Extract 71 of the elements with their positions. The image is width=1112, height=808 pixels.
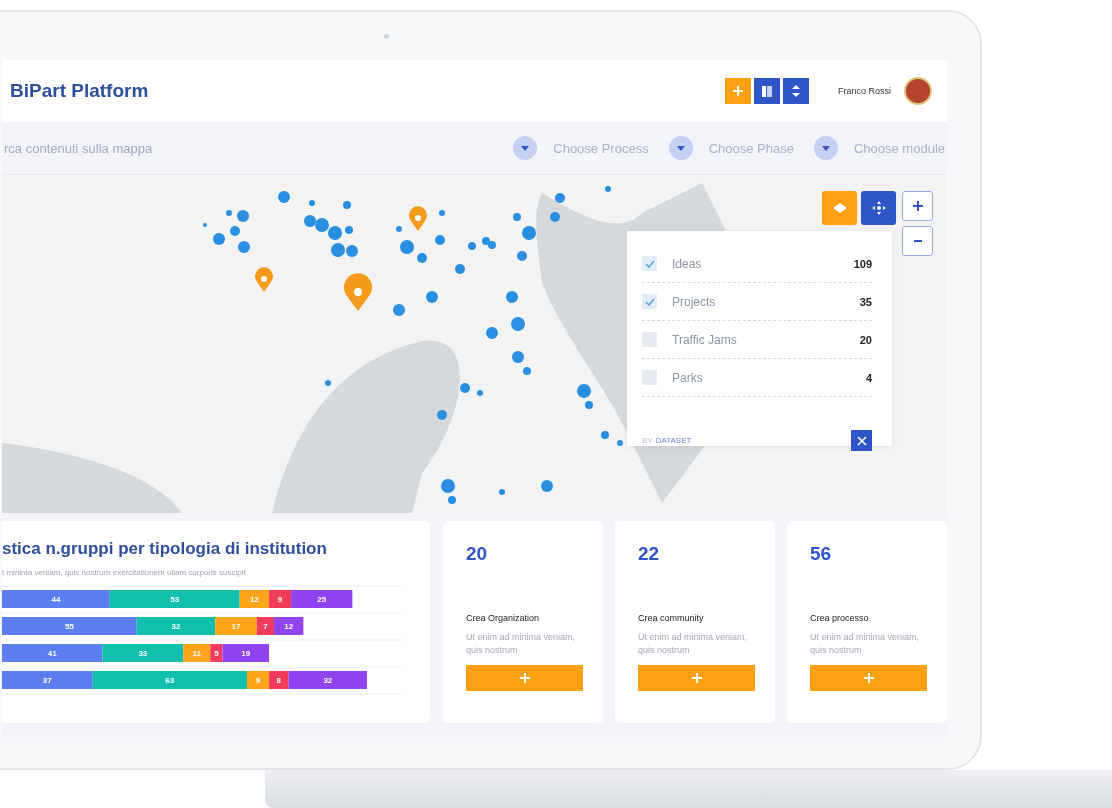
minus-icon xyxy=(913,240,922,242)
stat-value: 22 xyxy=(638,543,661,565)
move-icon xyxy=(871,201,886,215)
stat-text: Ut enim ad minima veniam, quis nostrum xyxy=(638,631,748,657)
dropdown-icon xyxy=(813,136,838,160)
checkbox[interactable] xyxy=(642,256,657,271)
app-title: BiPart Platform xyxy=(10,80,149,102)
legend-label: Parks xyxy=(672,370,704,385)
legend-count: 20 xyxy=(859,333,872,346)
by-label: BY xyxy=(642,436,653,445)
bar-value: 53 xyxy=(170,595,180,604)
plus-icon xyxy=(519,673,530,683)
bar-value: 9 xyxy=(255,676,261,685)
search-field[interactable]: rca contenuti sulla mappa xyxy=(4,140,494,156)
bar-value: 44 xyxy=(51,595,61,604)
bar-value: 9 xyxy=(277,595,283,604)
dropdown[interactable]: Choose module xyxy=(813,136,945,160)
plus-icon xyxy=(691,673,702,683)
bar-value: 55 xyxy=(64,622,74,631)
close-icon xyxy=(856,435,867,446)
dropdown-icon xyxy=(513,136,538,160)
bar-value: 17 xyxy=(231,622,241,631)
legend-label: Projects xyxy=(672,294,717,309)
avatar[interactable] xyxy=(904,77,932,105)
user-name: Franco Rossi xyxy=(838,86,891,96)
bar-value: 11 xyxy=(192,649,201,658)
bar-value: 63 xyxy=(165,676,175,685)
bar-value: 32 xyxy=(171,622,181,631)
stat-title: Crea Organization xyxy=(466,613,541,623)
chart-title: stica n.gruppi per tipologia di institution xyxy=(2,539,328,559)
plus-icon xyxy=(733,86,743,96)
bar-value: 5 xyxy=(214,649,219,658)
stat-title: Crea community xyxy=(638,613,705,623)
sort-button[interactable] xyxy=(783,78,809,104)
zoom-out-button[interactable] xyxy=(902,226,933,256)
bar-value: 7 xyxy=(263,622,268,631)
bar-value: 37 xyxy=(42,676,52,685)
book-button[interactable] xyxy=(754,78,780,104)
stat-title: Crea processo xyxy=(810,613,870,623)
bar-value: 32 xyxy=(323,676,333,685)
stat-text: Ut enim ad minima veniam, quis nostrum xyxy=(810,631,920,657)
zoom-in-button[interactable] xyxy=(902,191,933,221)
bar-value: 12 xyxy=(284,622,294,631)
stat-text: Ut enim ad minima veniam, quis nostrum xyxy=(466,631,576,657)
bar-value: 41 xyxy=(47,649,57,658)
camera-dot xyxy=(384,34,389,39)
plus-icon xyxy=(863,673,874,683)
bar-value: 33 xyxy=(138,649,148,658)
legend-count: 4 xyxy=(865,371,872,384)
checkbox[interactable] xyxy=(642,294,657,309)
book-icon xyxy=(762,85,772,97)
dropdown-icon xyxy=(668,136,693,160)
sort-icon xyxy=(792,85,800,97)
bar-value: 19 xyxy=(241,649,251,658)
layers-icon xyxy=(832,203,847,213)
stat-value: 56 xyxy=(810,543,833,565)
stat-value: 20 xyxy=(466,543,489,565)
bar-value: 8 xyxy=(276,676,282,685)
legend-count: 35 xyxy=(859,295,872,308)
dropdown[interactable]: Choose Phase xyxy=(668,136,794,160)
legend-label: Traffic Jams xyxy=(672,332,738,347)
bar-value: 25 xyxy=(317,595,327,604)
move-button[interactable] xyxy=(861,191,896,225)
legend-count: 109 xyxy=(853,257,872,270)
chart-subtitle: t minima veniam, quis nostrum exercitationem ullam corporis suscipit xyxy=(2,568,247,577)
close-button[interactable] xyxy=(851,430,872,451)
dropdown[interactable]: Choose Process xyxy=(513,136,649,160)
plus-icon xyxy=(912,201,923,211)
bar-value: 12 xyxy=(249,595,259,604)
dataset-link[interactable]: DATASET xyxy=(655,436,848,445)
legend-label: Ideas xyxy=(672,256,703,271)
